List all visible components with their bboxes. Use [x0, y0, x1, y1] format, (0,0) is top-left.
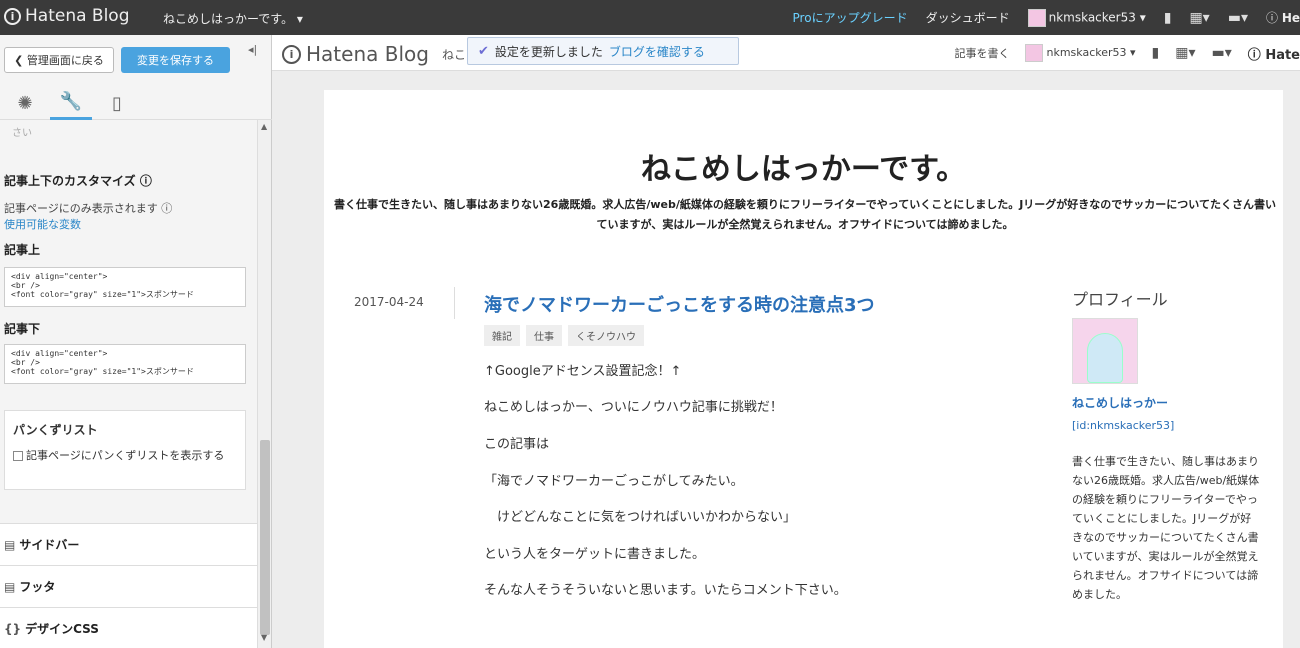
scroll-down-icon[interactable]: ▼ — [261, 633, 267, 642]
blog-description: 書く仕事で生きたい、随し事はあまりない26歳既婚。求人広告/web/紙媒体の経験… — [334, 198, 1276, 231]
collapse-panel-button[interactable]: ◂| — [248, 43, 257, 56]
wrench-icon: 🔧 — [59, 91, 83, 112]
update-notice: ✔ 設定を更新しました ブログを確認する — [467, 37, 739, 65]
preview-topbar: i Hatena Blog ねこ ✔ 設定を更新しました ブログを確認する 記事… — [272, 35, 1300, 71]
preview-blog-name[interactable]: ねこ — [442, 46, 466, 63]
footer-icon: ▤ — [4, 579, 16, 594]
accordion-design-css[interactable]: {} デザインCSS — [0, 607, 258, 648]
scrollbar-thumb[interactable] — [260, 440, 270, 635]
tab-theme[interactable]: ✺ — [4, 86, 46, 120]
entry-paragraph: ねこめしはっかー、ついにノウハウ記事に挑戦だ！ — [484, 400, 783, 415]
settings-scroll-area[interactable]: さい 記事上下のカスタマイズ ⓘ 記事ページにのみ表示されます ⓘ 使用可能な変… — [0, 120, 258, 523]
sidebar-icon: ▤ — [4, 537, 16, 552]
hatena-logo-icon: i — [282, 44, 301, 64]
section-description: 記事ページにのみ表示されます ⓘ — [4, 202, 173, 215]
category-tag[interactable]: くそノウハウ — [568, 325, 644, 346]
pro-upgrade-link[interactable]: Proにアップグレード — [793, 9, 908, 26]
faded-text: さい — [12, 128, 32, 139]
above-article-label: 記事上 — [4, 243, 41, 257]
hatena-link[interactable]: ⓘ Hate — [1248, 44, 1300, 63]
tab-customize[interactable]: 🔧 — [50, 86, 92, 120]
variables-link[interactable]: 使用可能な変数 — [4, 216, 81, 232]
avatar — [1025, 44, 1044, 62]
entry-paragraph: 「海でノマドワーカーごっこがしてみたい。 — [484, 474, 744, 489]
smartphone-icon: ▯ — [112, 92, 122, 114]
breadcrumb-checkbox[interactable] — [13, 451, 23, 461]
breadcrumb-checkbox-label[interactable]: 記事ページにパンくずリストを表示する — [13, 447, 239, 464]
breadcrumb-settings: パンくずリスト 記事ページにパンくずリストを表示する — [4, 410, 246, 490]
grid-menu-icon[interactable]: ▦▾ — [1175, 45, 1195, 61]
profile-id-link[interactable]: [id:nkmskacker53] — [1072, 419, 1174, 432]
save-changes-button[interactable]: 変更を保存する — [121, 47, 230, 73]
below-article-textarea[interactable]: <div align="center"> <br /> <font color=… — [4, 344, 246, 384]
palette-icon: ✺ — [17, 92, 33, 114]
entry-categories: 雑記 仕事 くそノウハウ — [484, 325, 644, 346]
blog-preview: i Hatena Blog ねこ ✔ 設定を更新しました ブログを確認する 記事… — [272, 35, 1300, 648]
profile-description: 書く仕事で生きたい、随し事はあまりない26歳既婚。求人広告/web/紙媒体の経験… — [1072, 455, 1260, 601]
below-article-label: 記事下 — [4, 322, 41, 336]
blog-content: ねこめしはっかーです。 書く仕事で生きたい、随し事はあまりない26歳既婚。求人広… — [324, 90, 1283, 648]
entry-date[interactable]: 2017-04-24 — [354, 295, 424, 309]
scroll-up-icon[interactable]: ▲ — [261, 122, 267, 131]
avatar — [1027, 8, 1046, 27]
panel-scrollbar[interactable]: ▲ ▼ — [257, 120, 271, 648]
css-braces-icon: {} — [4, 621, 22, 636]
hatena-logo-icon: i — [4, 7, 21, 25]
write-article-link[interactable]: 記事を書く — [954, 45, 1009, 61]
entry-paragraph: けどどんなことに気をつければいいかわからない」 — [484, 510, 797, 525]
accordion-sidebar[interactable]: ▤ サイドバー — [0, 523, 258, 565]
grid-menu-icon[interactable]: ▦▾ — [1189, 10, 1209, 26]
view-blog-link[interactable]: ブログを確認する — [609, 43, 705, 60]
blog-title[interactable]: ねこめしはっかーです。 — [324, 144, 1283, 188]
user-menu[interactable]: nkmskacker53 ▾ — [1027, 8, 1146, 27]
profile-avatar[interactable] — [1072, 318, 1138, 384]
back-to-admin-button[interactable]: ❮ 管理画面に戻る — [4, 47, 114, 73]
profile-heading: プロフィール — [1072, 290, 1168, 309]
blog-selector[interactable]: ねこめしはっかーです。 ▾ — [163, 10, 303, 27]
entry-paragraph: という人をターゲットに書きました。 — [484, 547, 706, 562]
design-tabs: ✺ 🔧 ▯ — [0, 80, 272, 120]
entry-paragraph: ↑Googleアドセンス設置記念！↑ — [484, 364, 682, 379]
section-title: 記事上下のカスタマイズ ⓘ — [4, 174, 152, 188]
design-panel: ❮ 管理画面に戻る 変更を保存する ◂| ✺ 🔧 ▯ さい 記事上下のカスタマイ… — [0, 35, 272, 648]
profile-name-link[interactable]: ねこめしはっかー — [1072, 394, 1168, 411]
entry-title[interactable]: 海でノマドワーカーごっこをする時の注意点3つ — [484, 291, 875, 317]
global-topbar: i Hatena Blog ねこめしはっかーです。 ▾ Proにアップグレード … — [0, 0, 1300, 35]
hatena-link[interactable]: ⓘ He — [1266, 9, 1300, 26]
category-tag[interactable]: 雑記 — [484, 325, 520, 346]
notification-icon[interactable]: ▬▾ — [1212, 45, 1232, 61]
preview-user-menu[interactable]: nkmskacker53 ▾ — [1025, 44, 1136, 62]
design-toolbar: ❮ 管理画面に戻る 変更を保存する ◂| — [0, 35, 272, 80]
category-tag[interactable]: 仕事 — [526, 325, 562, 346]
avatar-illustration — [1087, 333, 1123, 383]
date-divider — [454, 287, 455, 319]
notification-icon[interactable]: ▬▾ — [1228, 10, 1248, 26]
breadcrumb-title: パンくずリスト — [13, 423, 98, 437]
preview-logo[interactable]: i Hatena Blog — [282, 42, 429, 66]
entry-paragraph: そんな人そうそういないと思います。いたらコメント下さい。 — [484, 583, 847, 598]
dashboard-link[interactable]: ダッシュボード — [926, 9, 1010, 26]
above-article-textarea[interactable]: <div align="center"> <br /> <font color=… — [4, 267, 246, 307]
bookmark-icon[interactable]: ▮ — [1164, 10, 1172, 26]
accordion-footer[interactable]: ▤ フッタ — [0, 565, 258, 607]
tab-smartphone[interactable]: ▯ — [96, 86, 138, 120]
bookmark-icon[interactable]: ▮ — [1152, 45, 1160, 61]
check-icon: ✔ — [478, 43, 489, 59]
hatena-blog-logo[interactable]: i Hatena Blog — [4, 6, 130, 26]
entry-paragraph: この記事は — [484, 437, 550, 452]
